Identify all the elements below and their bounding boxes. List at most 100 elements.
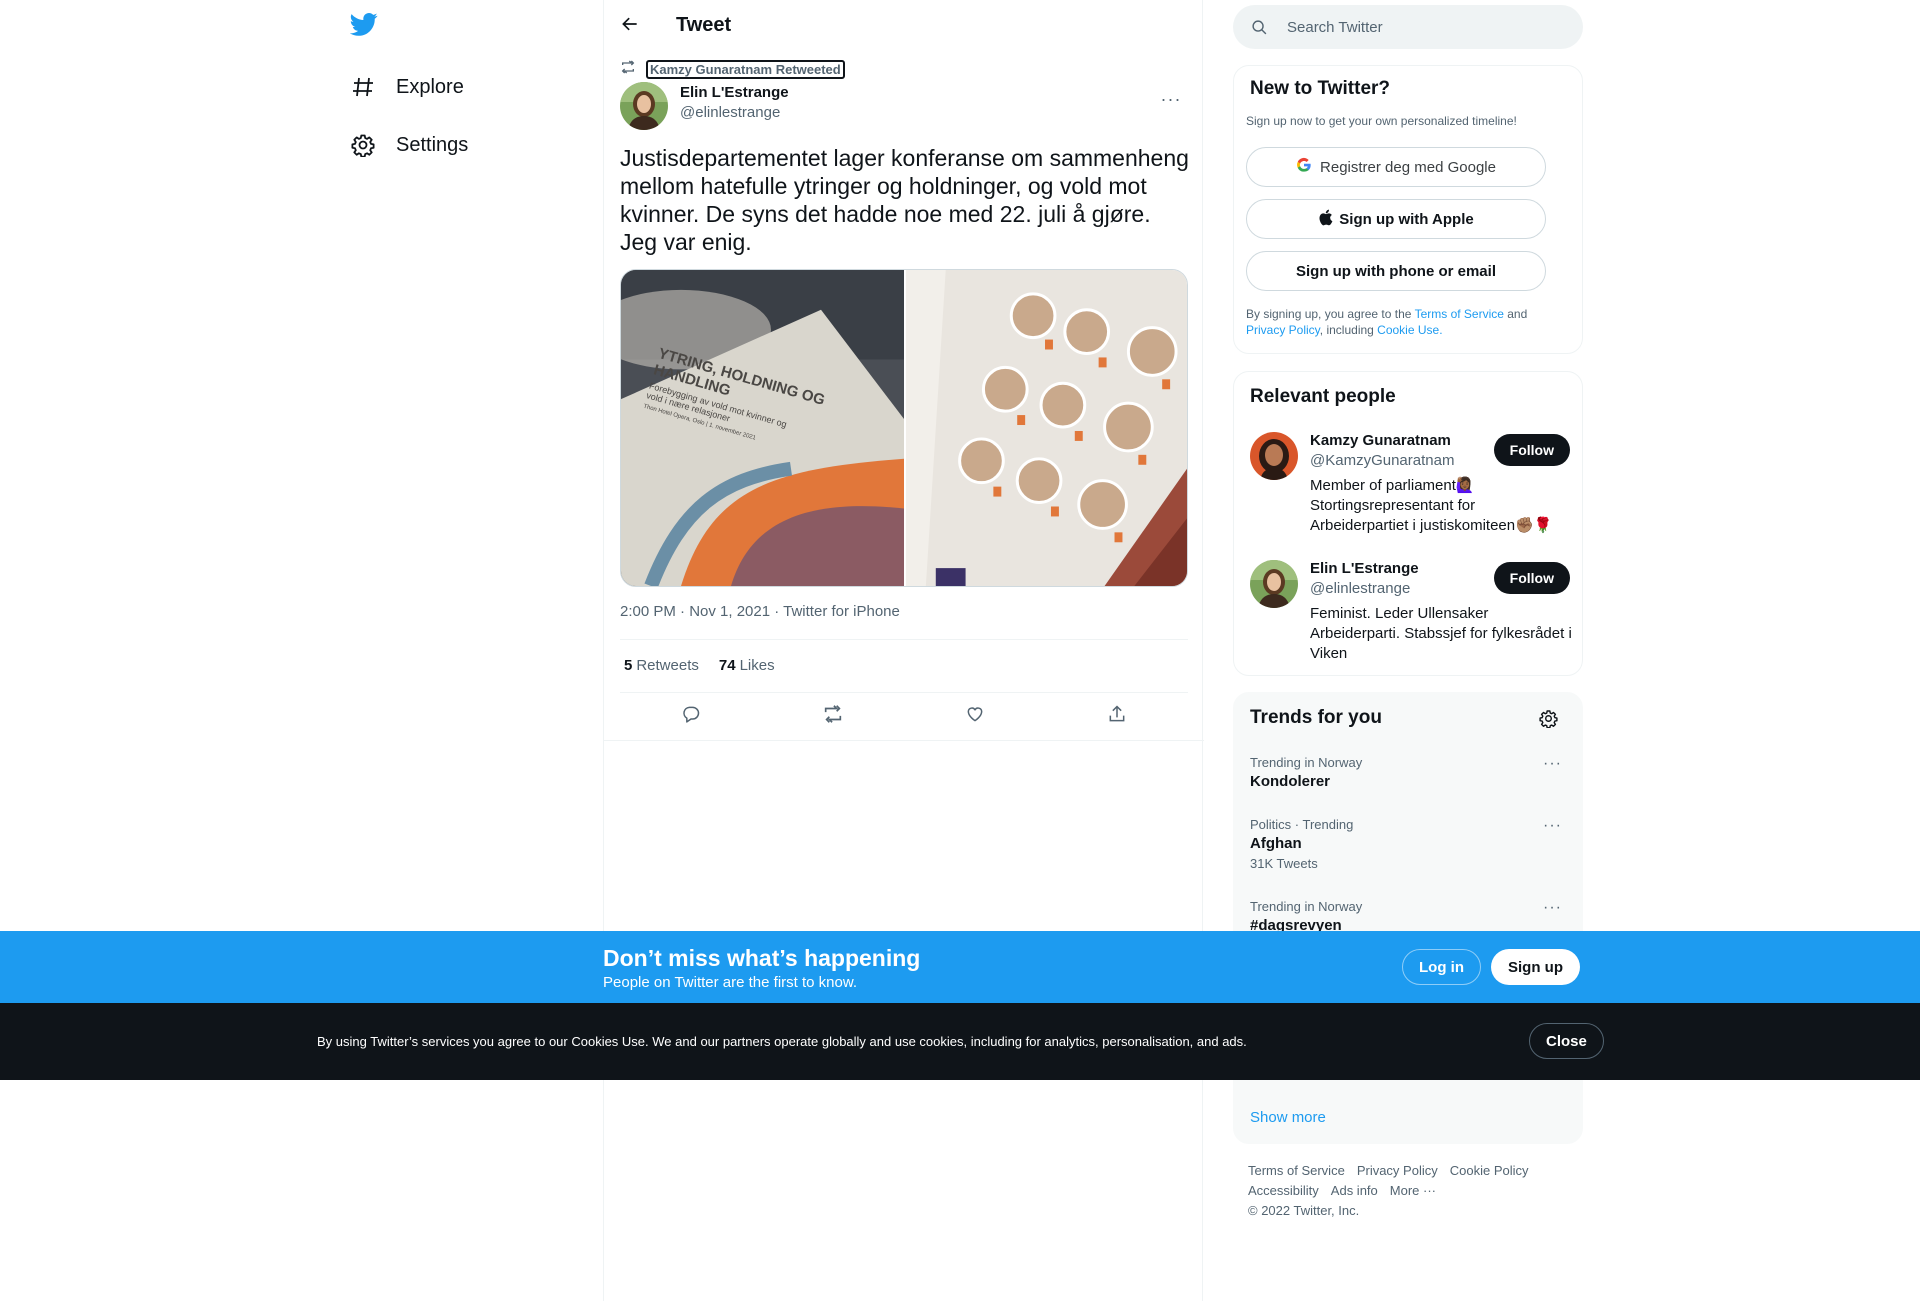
retweets-label: Retweets [636, 657, 699, 674]
tweet-stats: 5 Retweets 74 Likes [624, 657, 795, 674]
footer-cookie-link[interactable]: Cookie Policy [1450, 1161, 1529, 1181]
author-name[interactable]: Elin L'Estrange [680, 84, 789, 101]
footer-terms-link[interactable]: Terms of Service [1248, 1161, 1345, 1181]
person-handle[interactable]: @elinlestrange [1310, 580, 1410, 597]
tweet-media[interactable]: YTRING, HOLDNING OG HANDLING Forebygging… [620, 269, 1188, 587]
terms-of-service-link[interactable]: Terms of Service [1415, 307, 1504, 321]
show-more-link[interactable]: Show more [1250, 1109, 1326, 1126]
more-dots-icon: ··· [1543, 899, 1562, 916]
trend-title: Kondolerer [1250, 773, 1331, 790]
google-signup-button[interactable]: Registrer deg med Google [1246, 147, 1546, 187]
signup-button[interactable]: Sign up [1491, 949, 1580, 985]
privacy-policy-link[interactable]: Privacy Policy [1246, 323, 1320, 337]
footer-privacy-link[interactable]: Privacy Policy [1357, 1161, 1438, 1181]
nav-item-explore[interactable]: Explore [350, 65, 464, 109]
main-header: Tweet [604, 0, 1204, 53]
retweet-icon [620, 59, 636, 80]
page-title: Tweet [676, 14, 732, 36]
cookie-close-button[interactable]: Close [1529, 1023, 1604, 1059]
likes-label: Likes [739, 657, 775, 674]
reply-button[interactable] [672, 697, 710, 735]
trends-settings-button[interactable] [1539, 709, 1558, 733]
retweets-stat[interactable]: 5 Retweets [624, 657, 699, 674]
retweeted-by-link[interactable]: Kamzy Gunaratnam Retweeted [646, 60, 845, 79]
cookie-banner: By using Twitter’s services you agree to… [0, 1003, 1920, 1080]
signup-card-subtitle: Sign up now to get your own personalized… [1246, 114, 1517, 128]
more-dots-icon: ··· [1543, 755, 1562, 772]
avatar[interactable] [1250, 432, 1298, 480]
relevant-people-title: Relevant people [1250, 386, 1396, 407]
search-bar[interactable] [1233, 5, 1583, 49]
follow-button[interactable]: Follow [1493, 434, 1570, 466]
nav-label-explore: Explore [396, 75, 464, 98]
trend-more-button[interactable]: ··· [1543, 755, 1562, 773]
phone-email-signup-button[interactable]: Sign up with phone or email [1246, 251, 1546, 291]
signup-card: New to Twitter? Sign up now to get your … [1233, 65, 1583, 354]
more-dots-icon: ··· [1160, 88, 1182, 109]
gear-icon [350, 132, 376, 158]
hashtag-icon [350, 74, 376, 100]
trend-count: 31K Tweets [1250, 856, 1318, 871]
likes-stat[interactable]: 74 Likes [719, 657, 775, 674]
twitter-logo-icon[interactable] [349, 10, 384, 44]
cookie-use-link[interactable]: Cookie Use. [1377, 323, 1442, 337]
reply-icon [681, 704, 701, 729]
footer-more-link[interactable]: More ··· [1390, 1181, 1436, 1201]
signup-banner-headline: Don’t miss what’s happening [603, 945, 921, 971]
trend-item[interactable]: Trending in Norway Kondolerer ··· [1250, 755, 1570, 790]
divider [604, 740, 1204, 741]
gear-icon [1539, 710, 1558, 732]
trend-context: Politics · Trending [1250, 817, 1354, 832]
person-name[interactable]: Kamzy Gunaratnam [1310, 432, 1451, 449]
cookie-banner-text: By using Twitter’s services you agree to… [317, 1034, 1247, 1049]
search-icon [1251, 17, 1271, 37]
likes-count: 74 [718, 657, 736, 674]
phone-email-signup-label: Sign up with phone or email [1295, 262, 1496, 280]
nav-item-settings[interactable]: Settings [350, 123, 468, 167]
google-icon [1296, 157, 1312, 177]
apple-signup-label: Sign up with Apple [1339, 210, 1474, 228]
signup-card-title: New to Twitter? [1250, 78, 1391, 99]
back-button[interactable] [612, 8, 648, 44]
trend-context: Trending in Norway [1250, 899, 1363, 914]
trend-context: Trending in Norway [1250, 755, 1363, 770]
retweets-count: 5 [624, 657, 633, 674]
follow-button[interactable]: Follow [1493, 562, 1570, 594]
google-signup-label: Registrer deg med Google [1320, 158, 1496, 176]
login-button[interactable]: Log in [1402, 949, 1481, 985]
legal-including: , including [1319, 323, 1378, 337]
legal-prefix: By signing up, you agree to the [1246, 307, 1415, 321]
footer-links: Terms of Service Privacy Policy Cookie Pol… [1248, 1161, 1578, 1221]
signup-banner: Don’t miss what’s happening People on Tw… [0, 931, 1920, 1003]
search-input[interactable] [1287, 18, 1547, 36]
media-image-speakers[interactable] [904, 270, 1187, 586]
trend-item[interactable]: Trending in Norway #dagsrevyen ··· [1250, 899, 1570, 934]
person-name[interactable]: Elin L'Estrange [1310, 560, 1419, 577]
trend-more-button[interactable]: ··· [1543, 899, 1562, 917]
apple-icon [1318, 209, 1333, 230]
nav-label-settings: Settings [396, 133, 469, 156]
trends-title: Trends for you [1250, 707, 1382, 728]
trend-item[interactable]: Politics · Trending Afghan 31K Tweets ··… [1250, 817, 1570, 871]
person-handle[interactable]: @KamzyGunaratnam [1310, 452, 1454, 469]
media-image-booklet[interactable]: YTRING, HOLDNING OG HANDLING Forebygging… [621, 270, 904, 586]
apple-signup-button[interactable]: Sign up with Apple [1246, 199, 1546, 239]
divider [620, 692, 1188, 693]
trend-more-button[interactable]: ··· [1543, 817, 1562, 835]
footer-copyright: © 2022 Twitter, Inc. [1248, 1203, 1360, 1218]
footer-accessibility-link[interactable]: Accessibility [1248, 1181, 1319, 1201]
footer-ads-info-link[interactable]: Ads info [1331, 1181, 1378, 1201]
share-button[interactable] [1098, 697, 1136, 735]
author-handle[interactable]: @elinlestrange [680, 104, 780, 121]
like-button[interactable] [956, 697, 994, 735]
tweet-timestamp[interactable]: 2:00 PM · Nov 1, 2021 · Twitter for iPho… [620, 603, 900, 620]
signup-legal-text: By signing up, you agree to the Terms of… [1246, 306, 1566, 338]
main-column: Tweet Kamzy Gunaratnam Retweeted Elin L'… [603, 0, 1204, 1301]
more-options-button[interactable]: ··· [1154, 82, 1188, 116]
legal-and: and [1503, 307, 1528, 321]
arrow-left-icon [620, 14, 640, 39]
avatar[interactable] [1250, 560, 1298, 608]
author-avatar[interactable] [620, 82, 668, 130]
retweet-button[interactable] [814, 697, 852, 735]
retweet-context: Kamzy Gunaratnam Retweeted [620, 59, 845, 80]
